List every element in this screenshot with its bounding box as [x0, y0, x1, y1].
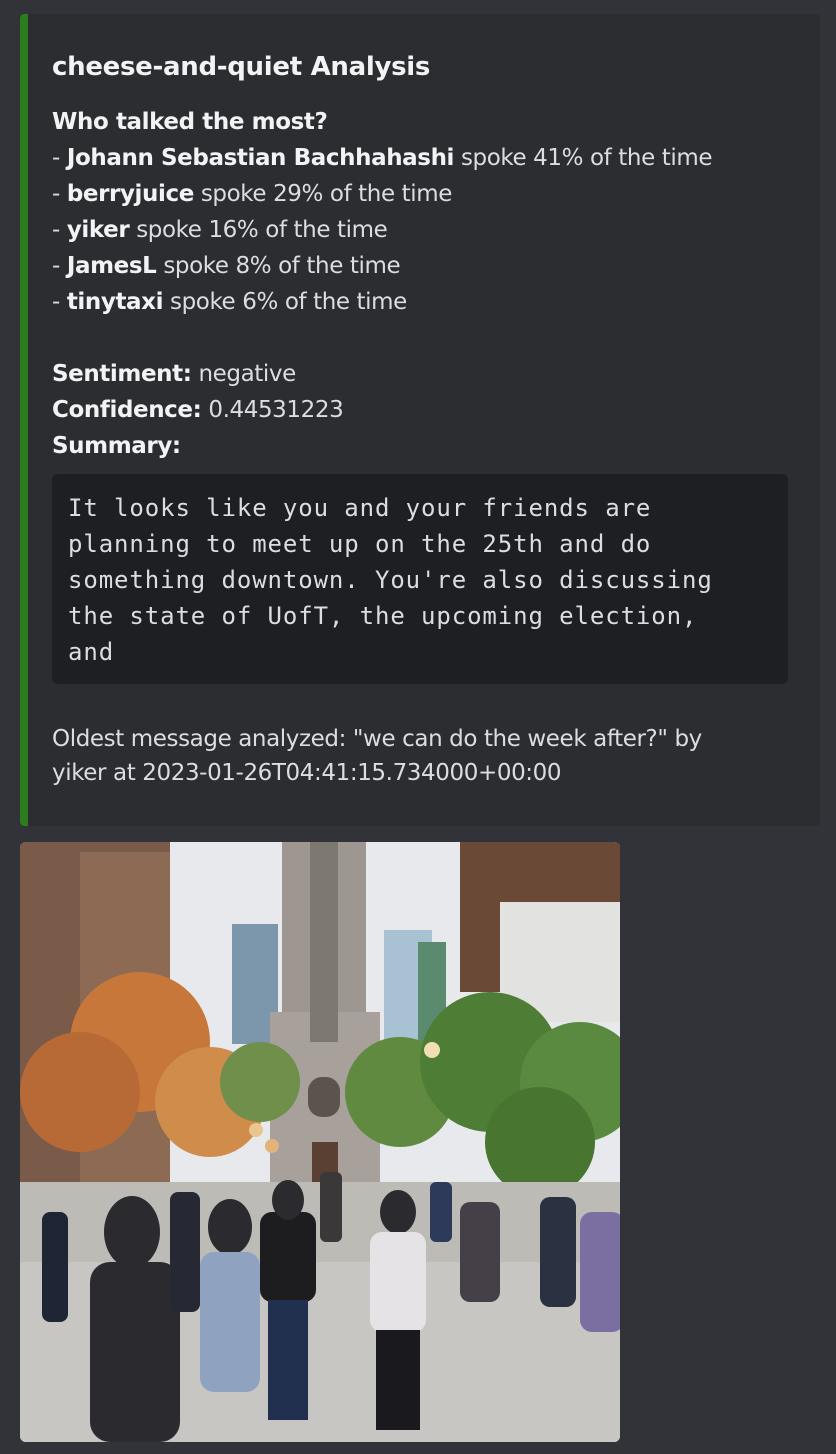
speaker-name[interactable]: yiker	[67, 217, 130, 243]
summary-line: the state of UofT, the upcoming election…	[68, 602, 698, 630]
analysis-embed: cheese-and-quiet Analysis Who talked the…	[20, 14, 820, 826]
speaker-row: - berryjuice spoke 29% of the time	[52, 181, 452, 207]
speaker-name[interactable]: berryjuice	[67, 181, 195, 207]
speaker-row: - JamesL spoke 8% of the time	[52, 253, 401, 279]
speaker-row: - Johann Sebastian Bachhahashi spoke 41%…	[52, 145, 713, 171]
confidence-value: 0.44531223	[201, 397, 344, 423]
embed-content: cheese-and-quiet Analysis Who talked the…	[52, 50, 788, 790]
attached-image[interactable]	[20, 842, 620, 1442]
speaker-name[interactable]: Johann Sebastian Bachhahashi	[67, 145, 455, 171]
oldest-message-info: Oldest message analyzed: "we can do the …	[52, 726, 702, 786]
summary-line: planning to meet up on the 25th and do	[68, 530, 652, 558]
embed-title: cheese-and-quiet Analysis	[52, 52, 431, 82]
summary-line: something downtown. You're also discussi…	[68, 566, 713, 594]
sentiment-value: negative	[191, 361, 296, 387]
speaker-row: - tinytaxi spoke 6% of the time	[52, 289, 407, 315]
summary-codeblock[interactable]: It looks like you and your friends are p…	[52, 474, 788, 684]
confidence-row: Confidence: 0.44531223	[52, 397, 344, 423]
speaker-row: - yiker spoke 16% of the time	[52, 217, 388, 243]
embed-accent-bar	[20, 14, 28, 826]
speaker-name[interactable]: JamesL	[67, 253, 157, 279]
summary-line: It looks like you and your friends are	[68, 494, 652, 522]
summary-line: and	[68, 638, 115, 666]
summary-label: Summary:	[52, 433, 181, 459]
speaker-name[interactable]: tinytaxi	[67, 289, 164, 315]
who-heading: Who talked the most?	[52, 109, 328, 135]
campus-plaza-photo	[20, 842, 620, 1442]
sentiment-row: Sentiment: negative	[52, 361, 296, 387]
